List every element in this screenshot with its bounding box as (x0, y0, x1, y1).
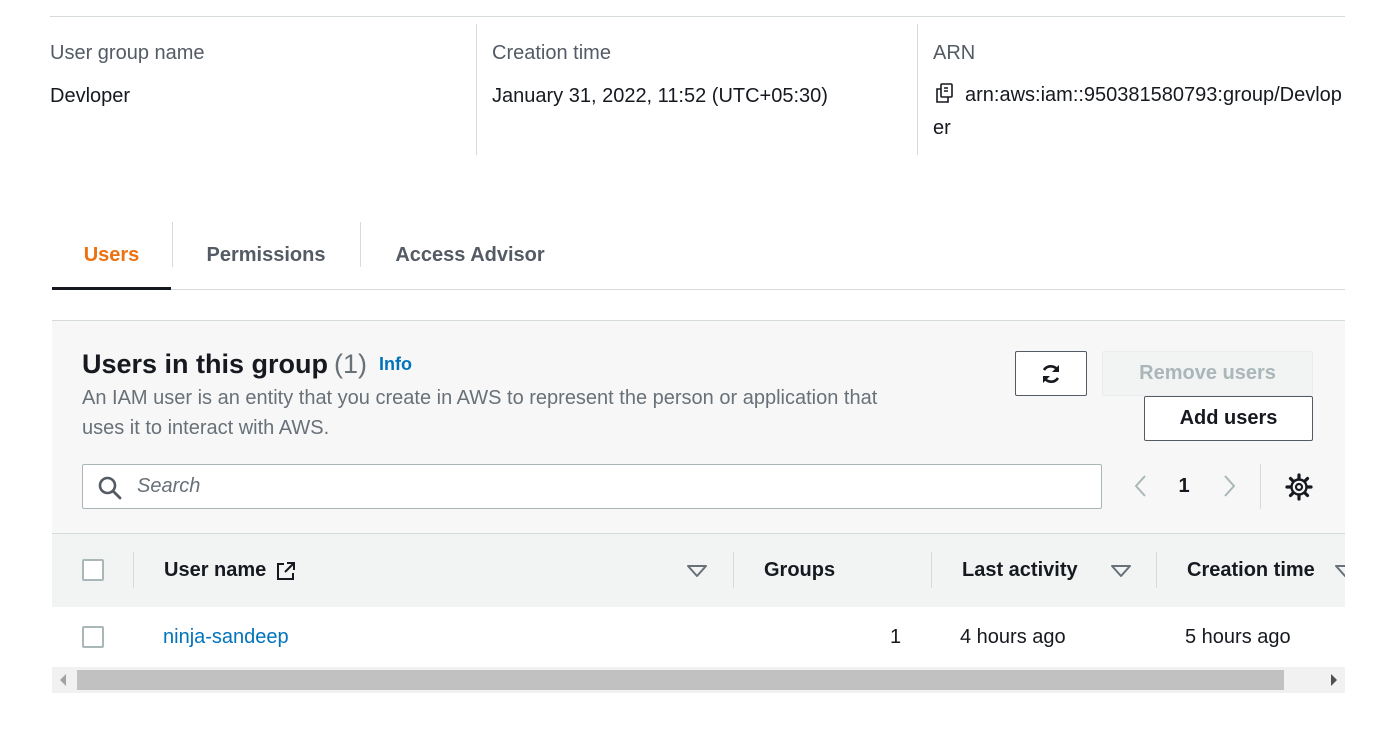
creation-time-value: January 31, 2022, 11:52 (UTC+05:30) (492, 85, 828, 107)
row-checkbox[interactable] (82, 626, 104, 648)
external-link-icon (277, 561, 296, 580)
tab-users[interactable]: Users (52, 222, 171, 290)
groups-count: 1 (890, 625, 902, 648)
creation-time-cell: 5 hours ago (1185, 625, 1291, 648)
summary-group-name: User group name Devloper (50, 24, 476, 155)
search-input[interactable] (135, 465, 1079, 508)
top-divider (50, 16, 1345, 17)
tab-access-advisor[interactable]: Access Advisor (361, 222, 579, 288)
table-header: User name Groups Last activity Creation … (52, 533, 1345, 608)
arn-text: arn:aws:iam::950381580793:group/Devloper (933, 84, 1342, 139)
sort-down-icon[interactable] (686, 564, 708, 578)
panel-title-text: Users in this group (82, 349, 329, 379)
creation-time-label: Creation time (492, 42, 611, 64)
search-box[interactable] (82, 464, 1102, 509)
remove-users-button[interactable]: Remove users (1102, 351, 1313, 396)
refresh-button[interactable] (1015, 351, 1087, 396)
search-icon (98, 476, 122, 500)
select-all-checkbox[interactable] (82, 559, 104, 581)
table-row: ninja-sandeep 1 4 hours ago 5 hours ago (52, 607, 1345, 668)
horizontal-scrollbar[interactable] (52, 667, 1345, 693)
sort-down-icon[interactable] (1110, 564, 1132, 578)
column-divider (1156, 552, 1157, 588)
column-divider (133, 552, 134, 588)
scroll-left-arrow[interactable] (60, 674, 66, 686)
pager-divider (1260, 464, 1261, 509)
add-users-button[interactable]: Add users (1144, 396, 1313, 441)
scrollbar-thumb[interactable] (77, 670, 1284, 690)
summary-arn: ARN arn:aws:iam::950381580793:group/Devl… (917, 24, 1346, 155)
sort-down-icon[interactable] (1334, 564, 1345, 578)
tab-bar: Users Permissions Access Advisor (52, 222, 1345, 290)
chevron-right-icon[interactable] (1217, 473, 1241, 499)
gear-icon[interactable] (1285, 473, 1313, 501)
column-divider (931, 552, 932, 588)
copy-icon[interactable] (933, 82, 957, 104)
users-panel: Users in this group (1) Info An IAM user i… (52, 320, 1345, 533)
group-summary: User group name Devloper Creation time J… (50, 24, 1345, 155)
arn-value: arn:aws:iam::950381580793:group/Devloper (933, 79, 1343, 145)
column-creation-time[interactable]: Creation time (1187, 534, 1315, 607)
scroll-right-arrow[interactable] (1331, 674, 1337, 686)
chevron-left-icon[interactable] (1129, 473, 1153, 499)
refresh-icon (1042, 364, 1060, 383)
info-link[interactable]: Info (379, 354, 412, 374)
column-divider (733, 552, 734, 588)
tab-permissions[interactable]: Permissions (172, 222, 360, 288)
column-groups[interactable]: Groups (764, 534, 835, 607)
current-page[interactable]: 1 (1172, 471, 1196, 501)
column-user-name-label: User name (164, 559, 267, 581)
column-user-name[interactable]: User name (164, 534, 297, 607)
summary-creation-time: Creation time January 31, 2022, 11:52 (U… (476, 24, 918, 155)
column-last-activity[interactable]: Last activity (962, 534, 1078, 607)
user-count: (1) (334, 349, 368, 379)
group-name-label: User group name (50, 42, 205, 64)
arn-label: ARN (933, 42, 976, 64)
user-name-link[interactable]: ninja-sandeep (163, 607, 289, 667)
last-activity-cell: 4 hours ago (960, 625, 1066, 648)
panel-title: Users in this group (1) Info (82, 349, 412, 380)
panel-description: An IAM user is an entity that you create… (82, 387, 878, 439)
group-name-value: Devloper (50, 85, 131, 107)
